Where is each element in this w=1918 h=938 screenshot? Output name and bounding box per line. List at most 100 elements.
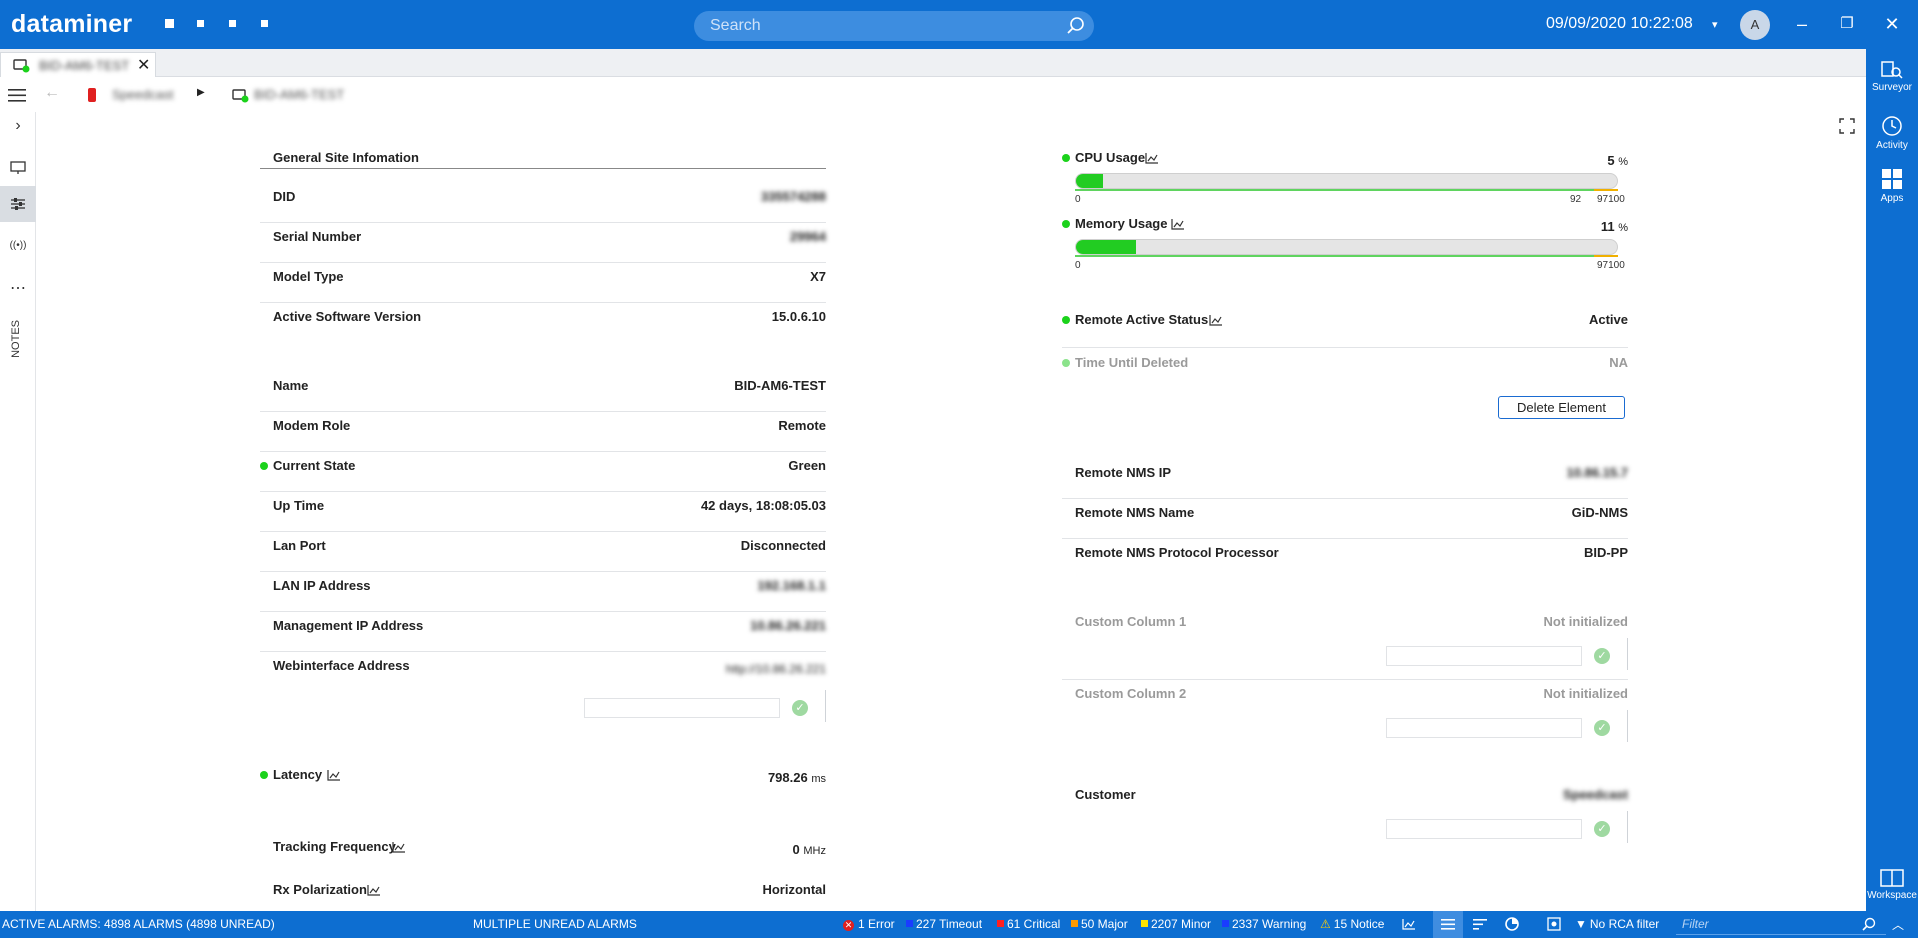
section-title: General Site Infomation: [273, 150, 419, 165]
chevron-up-icon[interactable]: ︿: [1892, 916, 1904, 933]
history-icon: [1882, 116, 1902, 136]
status-indicator: [260, 771, 268, 779]
remote-nms-protocol-label: Remote NMS Protocol Processor: [1075, 545, 1279, 560]
breadcrumb-view[interactable]: Speedcast: [112, 87, 173, 102]
back-arrow-icon[interactable]: ←: [44, 84, 60, 102]
confirm-check-icon[interactable]: ✓: [792, 700, 808, 716]
name-value: BID-AM6-TEST: [734, 378, 826, 393]
tracking-frequency-unit: MHz: [803, 845, 826, 857]
custom-column-2-input[interactable]: [1386, 718, 1582, 738]
up-time-value: 42 days, 18:08:05.03: [700, 498, 826, 513]
major-swatch: [1071, 920, 1078, 928]
user-avatar[interactable]: A: [1740, 10, 1770, 40]
status-indicator: [1062, 154, 1070, 162]
element-card-tab[interactable]: BID-AM6-TEST ✕: [0, 52, 156, 77]
app-button-4[interactable]: [261, 20, 268, 27]
activity-button[interactable]: Activity: [1866, 115, 1918, 151]
memory-usage-bar: [1075, 239, 1618, 255]
app-button-3[interactable]: [229, 20, 236, 27]
management-ip-value: 10.86.26.221: [750, 618, 826, 633]
surveyor-icon: [1881, 61, 1903, 79]
broadcast-icon[interactable]: ((•)): [0, 230, 36, 262]
expand-chevron-icon[interactable]: ›: [0, 117, 36, 149]
cpu-usage-label: CPU Usage: [1075, 150, 1146, 165]
notes-tab[interactable]: NOTES: [10, 320, 22, 358]
monitor-icon[interactable]: [0, 152, 36, 184]
status-indicator: [1062, 359, 1070, 367]
restore-icon[interactable]: ❐: [1835, 12, 1859, 36]
notice-count[interactable]: ⚠ 15 Notice: [1320, 917, 1384, 931]
sliders-icon[interactable]: [0, 186, 36, 222]
app-button-2[interactable]: [197, 20, 204, 27]
custom-column-1-label: Custom Column 1: [1075, 614, 1187, 629]
critical-count[interactable]: 61 Critical: [997, 917, 1060, 931]
tab-label: BID-AM6-TEST: [39, 58, 130, 73]
chevron-down-icon[interactable]: ▾: [1712, 18, 1718, 31]
search-input[interactable]: Search: [694, 11, 1094, 41]
did-label: DID: [273, 189, 296, 204]
remote-active-status-value: Active: [1588, 312, 1628, 327]
trend-chart-icon[interactable]: [1145, 152, 1159, 164]
search-icon[interactable]: [1862, 917, 1876, 931]
custom-column-2-value: Not initialized: [1543, 686, 1629, 701]
search-icon[interactable]: [1066, 16, 1086, 36]
customer-input[interactable]: [1386, 819, 1582, 839]
workspace-button[interactable]: Workspace: [1866, 869, 1918, 901]
filter-placeholder: Filter: [1682, 917, 1709, 931]
monitoring-app-button[interactable]: [165, 19, 174, 28]
memory-range-line: [1075, 255, 1618, 257]
lan-ip-label: LAN IP Address: [273, 578, 371, 593]
cpu-usage-unit: %: [1618, 156, 1628, 168]
surveyor-button[interactable]: Surveyor: [1866, 61, 1918, 93]
sort-icon[interactable]: [1473, 919, 1487, 930]
breadcrumb-element[interactable]: BID-AM6-TEST: [254, 87, 344, 102]
confirm-check-icon[interactable]: ✓: [1594, 720, 1610, 736]
list-icon: [1441, 919, 1455, 930]
status-indicator: [1062, 220, 1070, 228]
up-time-label: Up Time: [273, 498, 325, 513]
trend-chart-icon[interactable]: [367, 884, 381, 896]
rca-filter[interactable]: ▼ No RCA filter: [1575, 917, 1659, 931]
close-window-icon[interactable]: ✕: [1880, 12, 1904, 36]
apps-label: Apps: [1880, 193, 1904, 204]
cpu-tick-max: 97100: [1597, 194, 1625, 205]
status-indicator: [1062, 316, 1070, 324]
hamburger-menu-icon[interactable]: [8, 89, 26, 102]
confirm-check-icon[interactable]: ✓: [1594, 821, 1610, 837]
trend-chart-icon[interactable]: [1171, 218, 1185, 230]
trend-chart-icon[interactable]: [1209, 314, 1223, 326]
warning-count[interactable]: 2337 Warning: [1222, 917, 1306, 931]
lan-ip-value: 192.168.1.1: [757, 578, 826, 593]
active-alarms-summary[interactable]: ACTIVE ALARMS: 4898 ALARMS (4898 UNREAD): [2, 917, 275, 931]
major-count[interactable]: 50 Major: [1071, 917, 1128, 931]
modem-role-value: Remote: [778, 418, 826, 433]
confirm-check-icon[interactable]: ✓: [1594, 648, 1610, 664]
filter-input[interactable]: Filter: [1676, 914, 1886, 935]
close-tab-icon[interactable]: ✕: [137, 55, 150, 75]
cpu-usage-value: 5: [1607, 153, 1615, 168]
pie-chart-icon[interactable]: [1505, 917, 1519, 931]
rx-polarization-value: Horizontal: [762, 882, 826, 897]
model-type-label: Model Type: [273, 269, 344, 284]
remote-nms-ip-label: Remote NMS IP: [1075, 465, 1172, 480]
trend-chart-icon[interactable]: [1402, 918, 1416, 930]
error-count[interactable]: ✕ 1 Error: [843, 917, 895, 931]
more-options-icon[interactable]: ⋯: [0, 278, 36, 310]
focus-icon[interactable]: [1547, 917, 1561, 931]
trend-chart-icon[interactable]: [392, 841, 406, 853]
timeout-count[interactable]: 227 Timeout: [906, 917, 982, 931]
remote-nms-protocol-value: BID-PP: [1583, 545, 1628, 560]
latency-label: Latency: [273, 767, 323, 782]
webinterface-input[interactable]: [584, 698, 780, 718]
app-logo[interactable]: dataminer: [11, 10, 132, 39]
apps-button[interactable]: Apps: [1866, 168, 1918, 204]
custom-column-1-input[interactable]: [1386, 646, 1582, 666]
fullscreen-icon[interactable]: [1839, 118, 1855, 134]
list-view-button[interactable]: [1433, 911, 1463, 938]
status-indicator: [260, 462, 268, 470]
minor-count[interactable]: 2207 Minor: [1141, 917, 1211, 931]
delete-element-button[interactable]: Delete Element: [1498, 396, 1625, 419]
minimize-icon[interactable]: –: [1790, 12, 1814, 36]
unread-alarms-indicator[interactable]: MULTIPLE UNREAD ALARMS: [473, 917, 637, 931]
trend-chart-icon[interactable]: [327, 769, 341, 781]
